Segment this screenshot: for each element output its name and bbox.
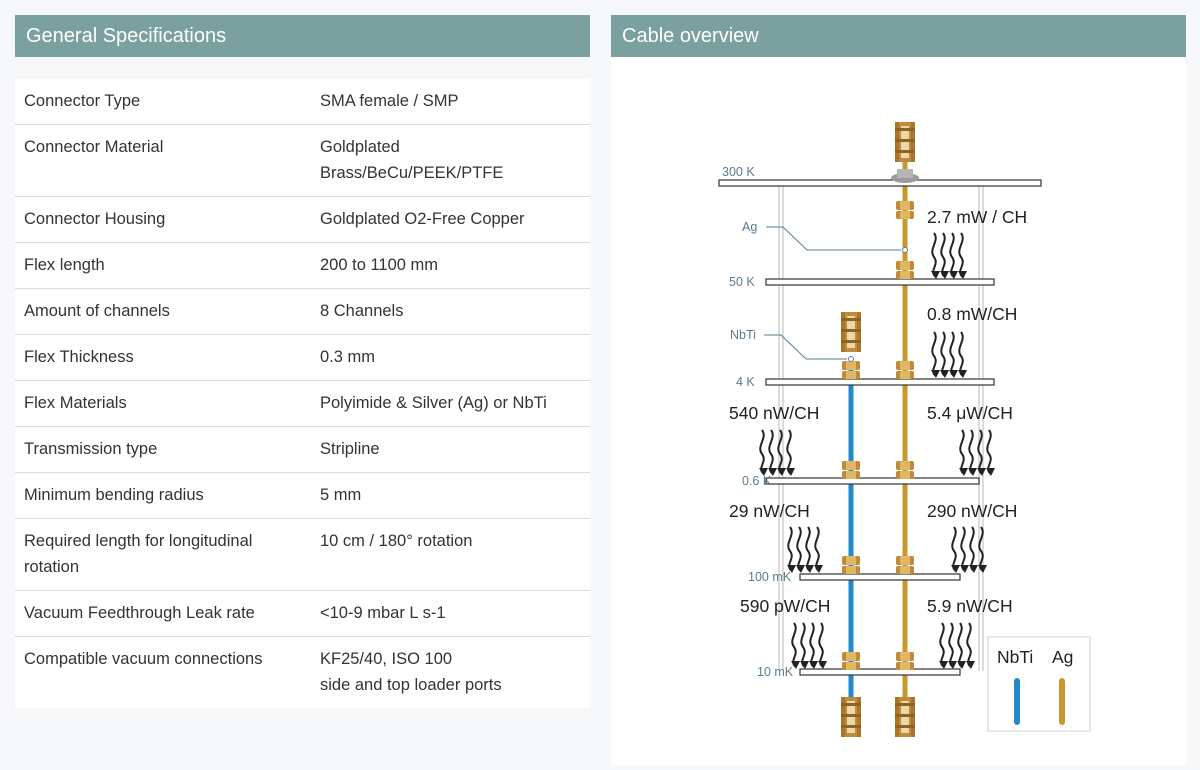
table-row: Minimum bending radius 5 mm	[15, 473, 590, 519]
stage-label-10mk: 10 mK	[757, 665, 794, 679]
stage-label-4k: 4 K	[736, 375, 755, 389]
table-row: Flex Thickness 0.3 mm	[15, 335, 590, 381]
plate-10mk	[799, 668, 961, 676]
cable-overview-panel: 300 K 50 K 4 K 0.6 K 100 mK 10 mK Ag NbT…	[611, 57, 1186, 765]
spec-value: Polyimide & Silver (Ag) or NbTi	[320, 394, 547, 412]
stage-label-300k: 300 K	[722, 165, 755, 179]
nbti-bottom-connector	[841, 697, 861, 737]
table-row: Compatible vacuum connections KF25/40, IS…	[15, 637, 590, 708]
plate-06k	[765, 477, 980, 485]
ag-top-connector	[895, 122, 915, 162]
spec-label: Flex Materials	[24, 394, 127, 412]
stage-label-06k: 0.6 K	[742, 474, 772, 488]
spec-label: Connector Type	[24, 92, 141, 110]
table-row: Transmission type Stripline	[15, 427, 590, 473]
spec-value: Goldplated O2-Free Copper	[320, 210, 525, 228]
ag-callout: Ag	[742, 220, 757, 234]
cable-overview-header: Cable overview	[611, 15, 1186, 57]
cable-overview-title: Cable overview	[622, 25, 759, 47]
spec-label: Flex Thickness	[24, 348, 134, 366]
table-row: Flex Materials Polyimide & Silver (Ag) or…	[15, 381, 590, 427]
spec-value: SMA female / SMP	[320, 92, 459, 110]
stage-label-100mk: 100 mK	[748, 570, 792, 584]
spec-label: Connector Housing	[24, 210, 166, 228]
heat-load-ag-50-4: 0.8 mW/CH	[927, 304, 1017, 324]
table-row: Connector Material Goldplated Brass/BeCu/…	[15, 125, 590, 197]
heat-load-ag-100-10: 5.9 nW/CH	[927, 596, 1013, 616]
heat-load-ag-300-50: 2.7 mW / CH	[927, 207, 1027, 227]
table-row: Connector Housing Goldplated O2-Free Copp…	[15, 197, 590, 243]
spec-label: Required length for longitudinal rotatio…	[24, 532, 253, 576]
spec-label: Transmission type	[24, 440, 158, 458]
spec-value: Stripline	[320, 440, 380, 458]
general-specifications-title: General Specifications	[26, 25, 227, 47]
nbti-top-connector	[841, 312, 861, 352]
heat-load-nbti-06-100: 29 nW/CH	[729, 501, 810, 521]
spec-value: 10 cm / 180° rotation	[320, 532, 473, 550]
spec-label: Flex length	[24, 256, 105, 274]
table-row: Flex length 200 to 1100 mm	[15, 243, 590, 289]
spec-value: 200 to 1100 mm	[320, 256, 439, 274]
spec-value: KF25/40, ISO 100 side and top loader por…	[320, 650, 502, 694]
general-specifications-header: General Specifications	[15, 15, 590, 57]
heat-load-ag-4-06: 5.4 μW/CH	[927, 403, 1013, 423]
spec-label: Connector Material	[24, 138, 164, 156]
plate-100mk	[799, 573, 961, 581]
spec-value: 8 Channels	[320, 302, 404, 320]
heat-load-ag-06-100: 290 nW/CH	[927, 501, 1017, 521]
legend-nbti-label: NbTi	[997, 647, 1033, 667]
legend-ag-label: Ag	[1052, 647, 1073, 667]
spec-value: Goldplated Brass/BeCu/PEEK/PTFE	[320, 138, 504, 182]
spec-label: Minimum bending radius	[24, 486, 204, 504]
plate-50k	[765, 278, 995, 286]
table-row: Required length for longitudinal rotatio…	[15, 519, 590, 591]
legend: NbTi Ag	[987, 636, 1091, 732]
table-row: Amount of channels 8 Channels	[15, 289, 590, 335]
plate-4k	[765, 378, 995, 386]
specifications-table: Connector Type SMA female / SMP Connector…	[15, 79, 590, 708]
spec-value: 0.3 mm	[320, 348, 376, 366]
spec-value: 5 mm	[320, 486, 362, 504]
table-row: Connector Type SMA female / SMP	[15, 79, 590, 125]
ag-bottom-connector	[895, 697, 915, 737]
stage-label-50k: 50 K	[729, 275, 755, 289]
heat-load-nbti-100-10: 590 pW/CH	[740, 596, 830, 616]
table-row: Vacuum Feedthrough Leak rate <10-9 mbar L…	[15, 591, 590, 637]
heat-load-nbti-4-06: 540 nW/CH	[729, 403, 819, 423]
cable-diagram: 300 K 50 K 4 K 0.6 K 100 mK 10 mK Ag NbT…	[718, 122, 1091, 737]
plate-300k	[718, 179, 1042, 187]
spec-value: <10-9 mbar L s-1	[320, 604, 446, 622]
spec-label: Vacuum Feedthrough Leak rate	[24, 604, 255, 622]
nbti-callout: NbTi	[730, 328, 756, 342]
spec-label: Compatible vacuum connections	[24, 650, 263, 668]
spec-label: Amount of channels	[24, 302, 170, 320]
